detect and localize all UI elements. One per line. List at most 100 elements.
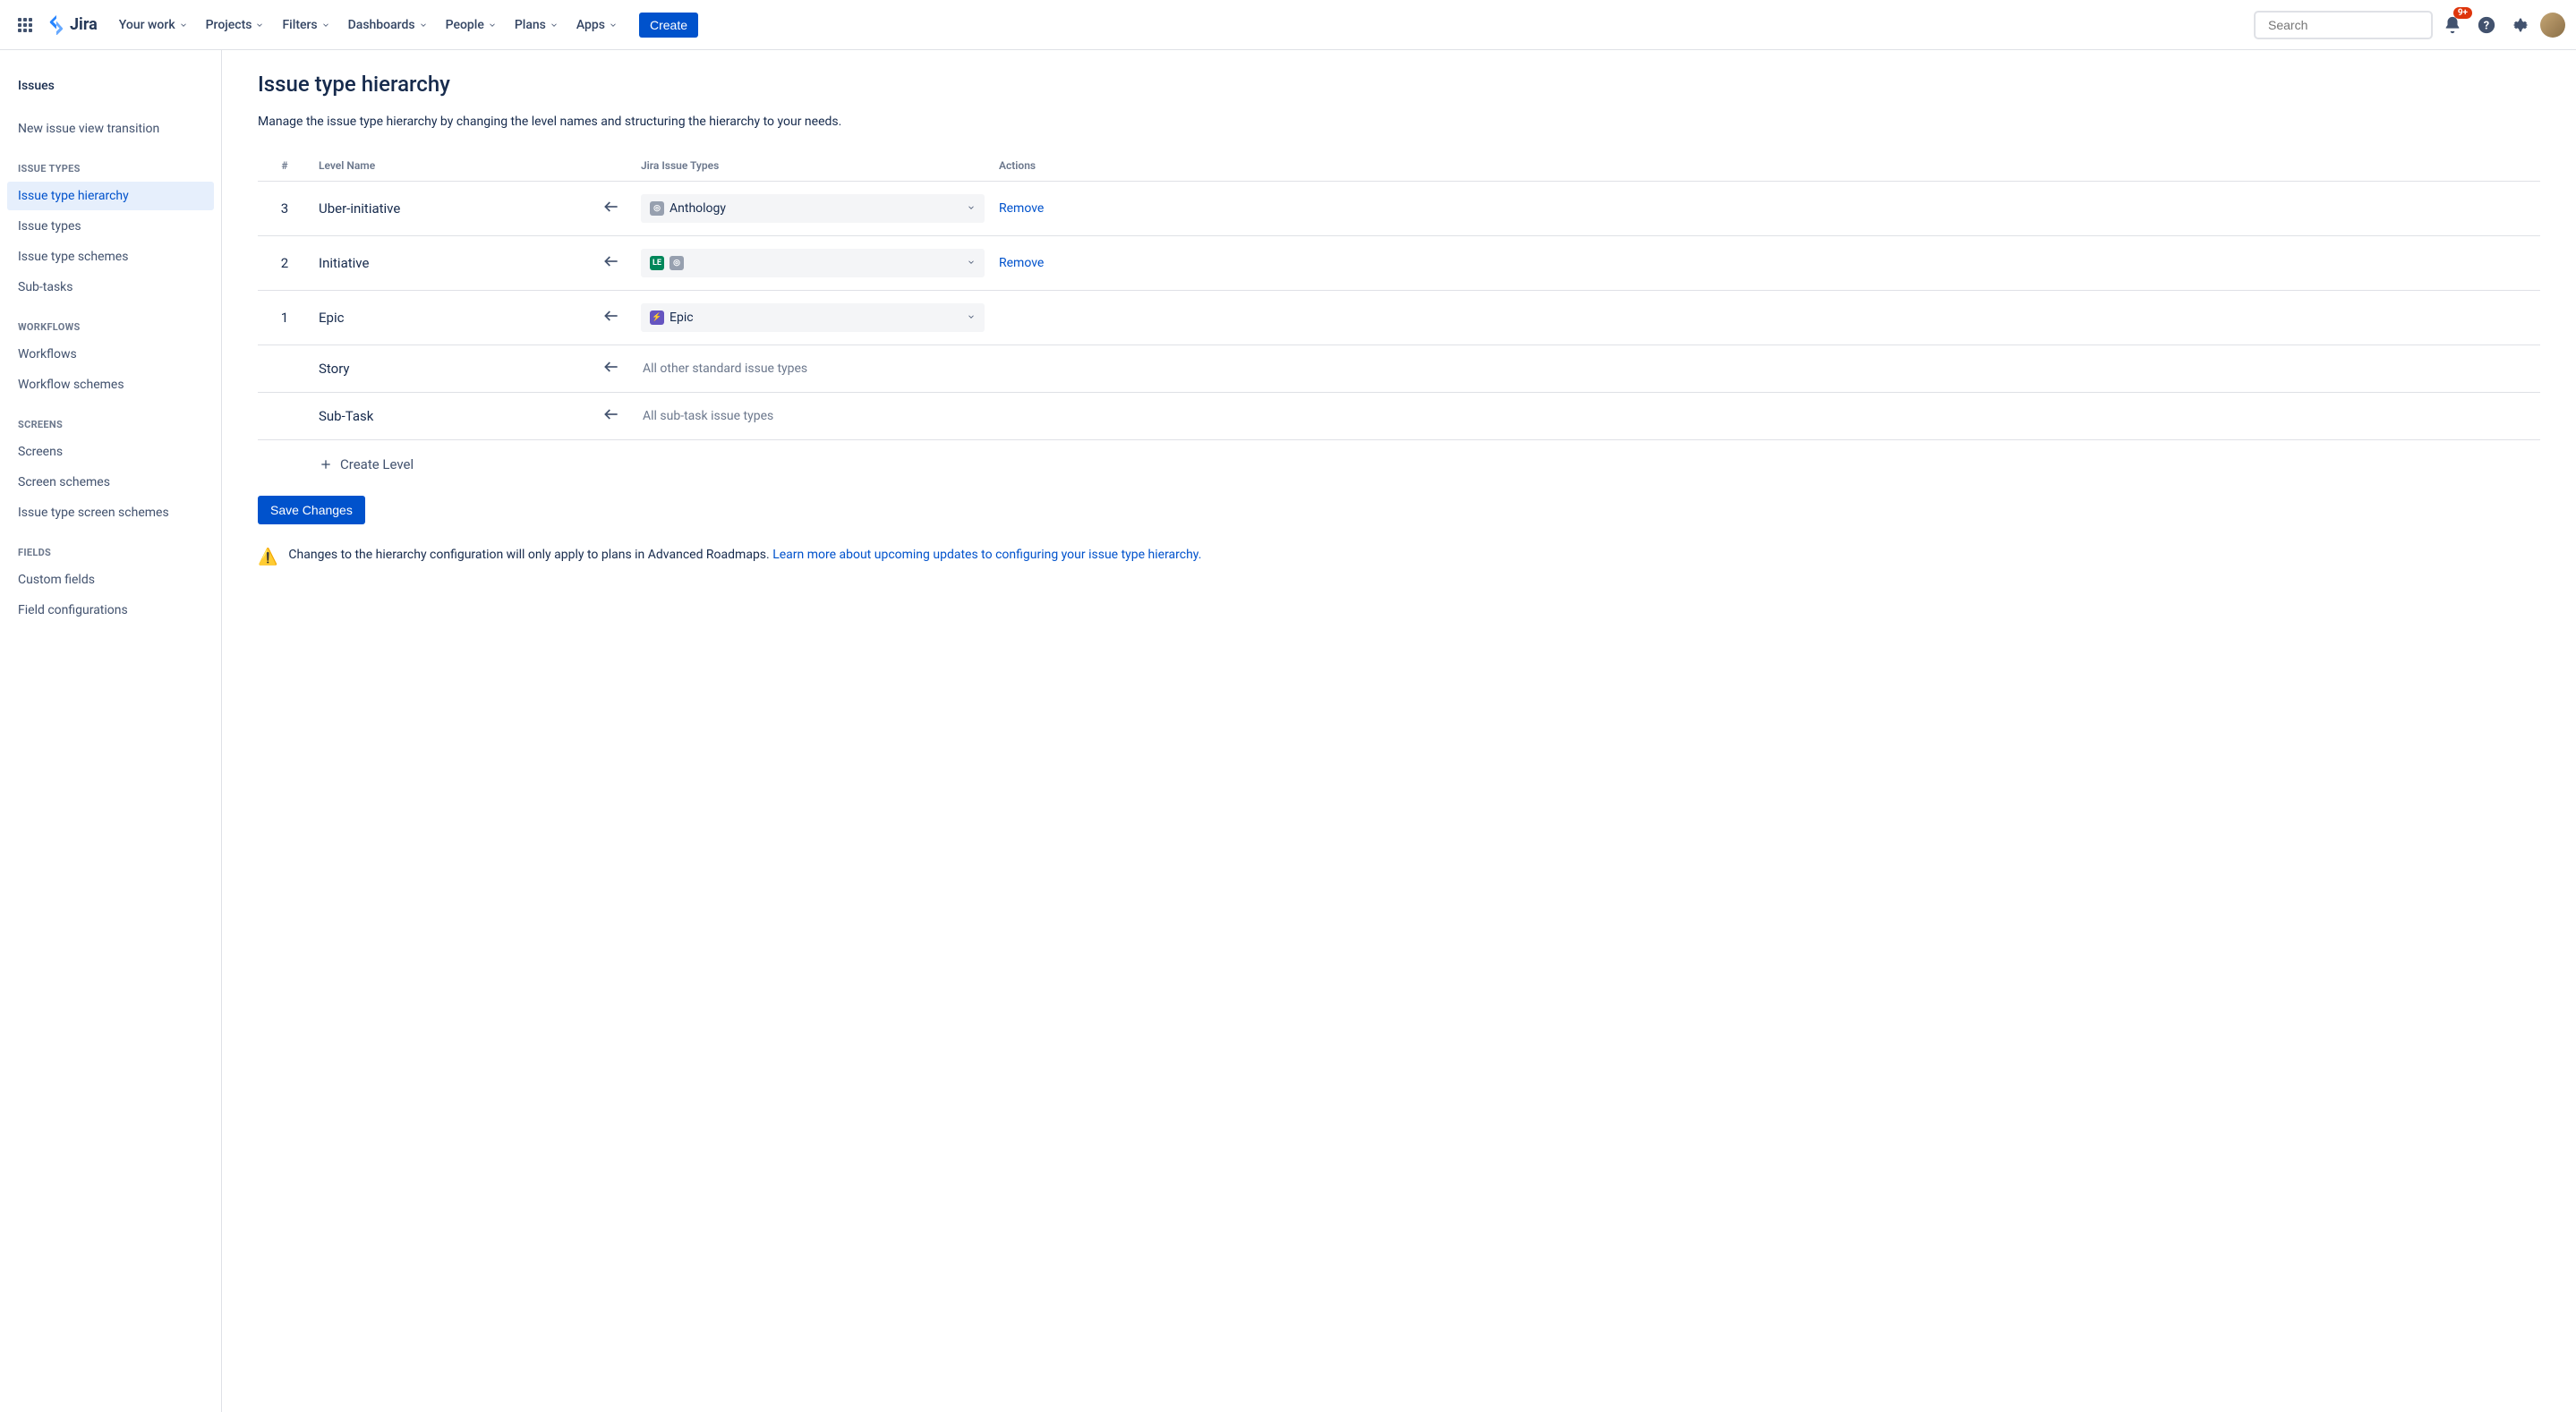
help-icon: ? bbox=[2477, 15, 2496, 35]
level-name: Sub-Task bbox=[311, 393, 589, 440]
notification-badge: 9+ bbox=[2453, 7, 2472, 19]
types-cell: All other standard issue types bbox=[634, 345, 992, 393]
col-header-num: # bbox=[258, 150, 311, 182]
issue-types-static: All other standard issue types bbox=[641, 362, 985, 376]
apps-grid-icon bbox=[18, 18, 32, 32]
table-row: Story All other standard issue types bbox=[258, 345, 2540, 393]
nav-item-label: Your work bbox=[119, 18, 175, 32]
issue-types-select[interactable]: ◎ Anthology bbox=[641, 194, 985, 223]
warning-icon: ⚠️ bbox=[258, 548, 277, 566]
nav-items: Your work Projects Filters Dashboards People… bbox=[112, 13, 625, 38]
issue-types-select[interactable]: LE◎ bbox=[641, 249, 985, 277]
sidebar-item-issue-type-schemes[interactable]: Issue type schemes bbox=[7, 242, 214, 271]
gear-icon bbox=[2511, 15, 2530, 35]
warning-content: Changes to the hierarchy configuration w… bbox=[288, 548, 1201, 562]
actions-cell bbox=[992, 291, 2540, 345]
app-switcher[interactable] bbox=[11, 11, 39, 39]
page-description: Manage the issue type hierarchy by chang… bbox=[258, 115, 2540, 129]
create-button[interactable]: Create bbox=[639, 13, 698, 38]
sidebar-item-sub-tasks[interactable]: Sub-tasks bbox=[7, 273, 214, 302]
sidebar-item-transition[interactable]: New issue view transition bbox=[7, 115, 214, 143]
chevron-down-icon bbox=[488, 21, 497, 30]
nav-item-label: Filters bbox=[282, 18, 317, 32]
issue-types-content: LE◎ bbox=[650, 256, 684, 270]
chevron-down-icon bbox=[179, 21, 188, 30]
arrow-cell bbox=[589, 345, 634, 393]
sidebar-item-workflow-schemes[interactable]: Workflow schemes bbox=[7, 370, 214, 399]
table-header-row: # Level Name Jira Issue Types Actions bbox=[258, 150, 2540, 182]
sidebar-item-field-configurations[interactable]: Field configurations bbox=[7, 596, 214, 625]
nav-item-apps[interactable]: Apps bbox=[569, 13, 625, 38]
arrow-left-icon bbox=[602, 358, 620, 376]
jira-logo[interactable]: Jira bbox=[47, 15, 98, 35]
nav-item-label: Projects bbox=[206, 18, 252, 32]
jira-logo-icon bbox=[47, 15, 66, 35]
issue-type-label: Epic bbox=[670, 310, 694, 325]
nav-item-plans[interactable]: Plans bbox=[508, 13, 566, 38]
save-changes-button[interactable]: Save Changes bbox=[258, 496, 365, 524]
col-header-types: Jira Issue Types bbox=[634, 150, 992, 182]
arrow-cell bbox=[589, 182, 634, 236]
issue-types-content: ◎ Anthology bbox=[650, 201, 726, 216]
sidebar-item-issue-types[interactable]: Issue types bbox=[7, 212, 214, 241]
types-cell: All sub-task issue types bbox=[634, 393, 992, 440]
create-level-button[interactable]: Create Level bbox=[311, 440, 2540, 489]
settings-button[interactable] bbox=[2506, 11, 2535, 39]
svg-text:?: ? bbox=[2484, 19, 2489, 32]
help-button[interactable]: ? bbox=[2472, 11, 2501, 39]
col-header-level: Level Name bbox=[311, 150, 589, 182]
actions-cell: Remove bbox=[992, 236, 2540, 291]
nav-item-label: Apps bbox=[576, 18, 605, 32]
warning-text: Changes to the hierarchy configuration w… bbox=[288, 548, 772, 562]
issue-type-icon: ⚡ bbox=[650, 310, 664, 325]
search-box[interactable] bbox=[2254, 11, 2433, 39]
issue-type-label: Anthology bbox=[670, 201, 726, 216]
nav-item-dashboards[interactable]: Dashboards bbox=[341, 13, 435, 38]
level-name: Initiative bbox=[311, 236, 589, 291]
sidebar-item-custom-fields[interactable]: Custom fields bbox=[7, 566, 214, 594]
level-name: Uber-initiative bbox=[311, 182, 589, 236]
col-header-actions: Actions bbox=[992, 150, 2540, 182]
nav-item-label: People bbox=[446, 18, 484, 32]
warning-link[interactable]: Learn more about upcoming updates to con… bbox=[772, 548, 1201, 562]
table-row: 1Epic⚡Epic bbox=[258, 291, 2540, 345]
sidebar-issues-header[interactable]: Issues bbox=[7, 72, 214, 100]
sidebar-item-issue-type-screen-schemes[interactable]: Issue type screen schemes bbox=[7, 498, 214, 527]
nav-item-your-work[interactable]: Your work bbox=[112, 13, 195, 38]
arrow-cell bbox=[589, 393, 634, 440]
search-input[interactable] bbox=[2268, 18, 2430, 32]
layout: Issues New issue view transition ISSUE T… bbox=[0, 50, 2576, 1412]
nav-item-projects[interactable]: Projects bbox=[199, 13, 272, 38]
sidebar-item-issue-type-hierarchy[interactable]: Issue type hierarchy bbox=[7, 182, 214, 210]
notifications-button[interactable]: 9+ bbox=[2438, 11, 2467, 39]
chevron-down-icon bbox=[967, 203, 976, 212]
col-header-arrow bbox=[589, 150, 634, 182]
sidebar-item-workflows[interactable]: Workflows bbox=[7, 340, 214, 369]
actions-cell: Remove bbox=[992, 182, 2540, 236]
types-cell: ◎ Anthology bbox=[634, 182, 992, 236]
chevron-down-icon bbox=[967, 312, 976, 321]
arrow-left-icon bbox=[602, 252, 620, 270]
level-name: Story bbox=[311, 345, 589, 393]
issue-types-content: ⚡ Epic bbox=[650, 310, 694, 325]
user-avatar[interactable] bbox=[2540, 13, 2565, 38]
types-cell: ⚡ Epic bbox=[634, 291, 992, 345]
sidebar-heading: FIELDS bbox=[7, 540, 214, 566]
nav-item-people[interactable]: People bbox=[439, 13, 504, 38]
issue-types-select[interactable]: ⚡ Epic bbox=[641, 303, 985, 332]
jira-logo-text: Jira bbox=[70, 15, 98, 34]
top-nav-right: 9+ ? bbox=[2254, 11, 2565, 39]
level-name: Epic bbox=[311, 291, 589, 345]
remove-link[interactable]: Remove bbox=[999, 256, 1044, 270]
remove-link[interactable]: Remove bbox=[999, 201, 1044, 216]
chevron-down-icon bbox=[967, 258, 976, 267]
arrow-cell bbox=[589, 236, 634, 291]
warning-box: ⚠️ Changes to the hierarchy configuratio… bbox=[258, 548, 2540, 566]
issue-type-icon: ◎ bbox=[650, 201, 664, 216]
actions-cell bbox=[992, 345, 2540, 393]
nav-item-filters[interactable]: Filters bbox=[275, 13, 337, 38]
sidebar-item-screen-schemes[interactable]: Screen schemes bbox=[7, 468, 214, 497]
sidebar-item-screens[interactable]: Screens bbox=[7, 438, 214, 466]
types-cell: LE◎ bbox=[634, 236, 992, 291]
create-level-label: Create Level bbox=[340, 456, 414, 472]
